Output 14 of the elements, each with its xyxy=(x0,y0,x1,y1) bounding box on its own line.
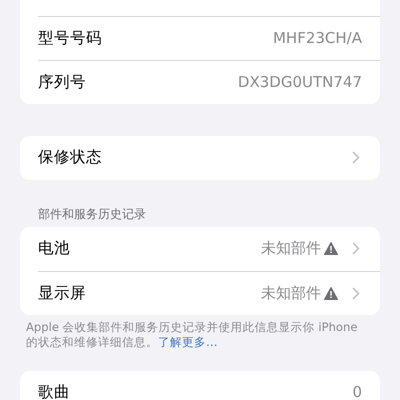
row-value: 未知部件 xyxy=(261,286,321,300)
row-label[interactable]: 保修状态 xyxy=(38,150,338,165)
row-value: DX3DG0UTN747 xyxy=(238,74,362,90)
row-label: 型号号码 xyxy=(38,30,103,46)
row-value: 未知部件 xyxy=(261,241,321,256)
row-label: 歌曲 xyxy=(38,385,71,400)
learn-more-link[interactable]: 了解更多… xyxy=(158,335,218,349)
section-header: 部件和服务历史记录 xyxy=(37,206,147,223)
footnote-text: Apple 会收集部件和服务历史记录并使用此信息显示你 iPhone 的状态和维修详细信息。了解更多… xyxy=(25,319,359,350)
row-value: MHF23CH/A xyxy=(272,30,362,46)
row-label: 序列号 xyxy=(38,74,87,90)
row-value: 0 xyxy=(352,385,362,400)
row-label[interactable]: 电池 xyxy=(38,241,261,256)
row-label[interactable]: 显示屏 xyxy=(38,286,261,300)
